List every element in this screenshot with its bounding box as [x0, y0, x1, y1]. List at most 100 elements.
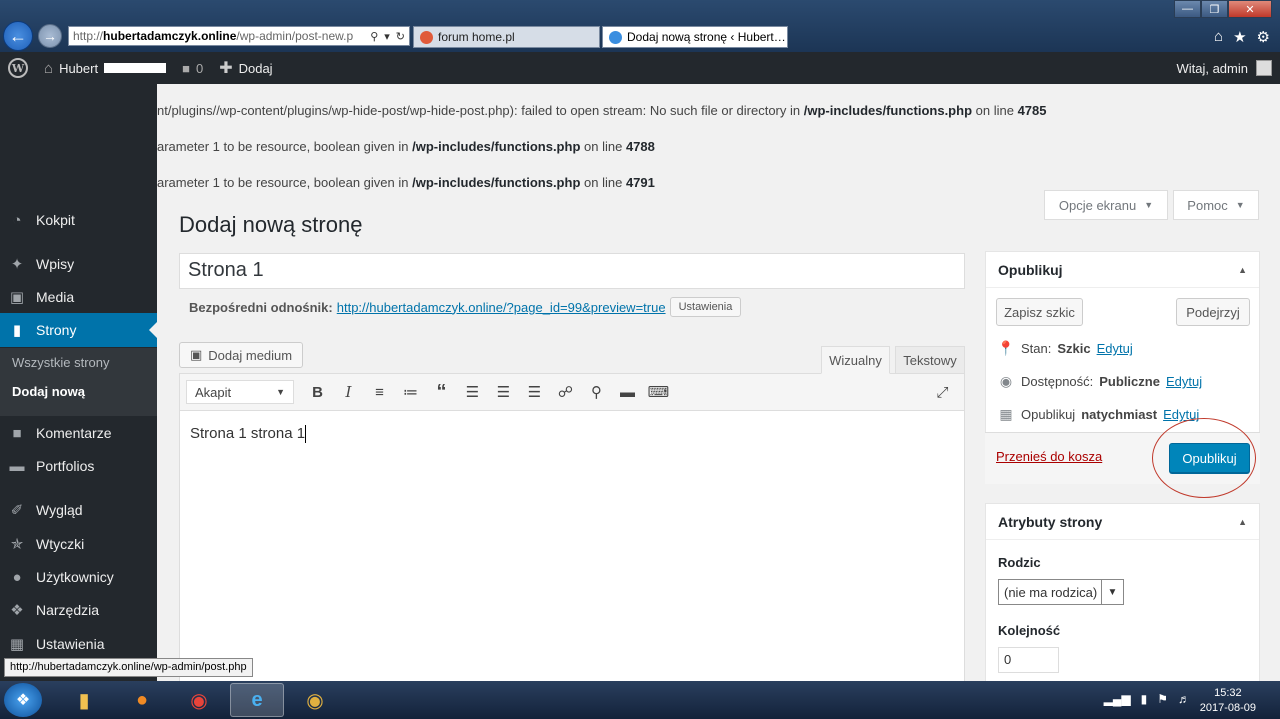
sidebar-item-plugins[interactable]: ✯ Wtyczki	[0, 527, 157, 561]
minimize-button[interactable]: —	[1174, 0, 1201, 18]
edit-schedule-link[interactable]: Edytuj	[1163, 407, 1199, 422]
format-select[interactable]: Akapit ▼	[186, 380, 294, 404]
home-icon[interactable]: ⌂	[1214, 28, 1223, 46]
publish-button[interactable]: Opublikuj	[1169, 443, 1250, 473]
maximize-button[interactable]: ❐	[1201, 0, 1228, 18]
blockquote-icon[interactable]: “	[426, 378, 457, 406]
collapse-arrow-icon[interactable]: ▲	[1238, 517, 1247, 527]
align-center-icon[interactable]: ☰	[488, 378, 519, 406]
new-label: Dodaj	[238, 60, 273, 76]
comments-menu[interactable]: ■ 0	[174, 52, 211, 84]
taskbar-firefox[interactable]: ●	[115, 683, 169, 717]
sidebar-item-users[interactable]: ● Użytkownicy	[0, 560, 157, 594]
tab-title: forum home.pl	[438, 30, 515, 44]
toolbar-toggle-icon[interactable]: ⌨	[643, 378, 674, 406]
text-caret	[305, 425, 307, 444]
calendar-icon: ▦	[999, 406, 1013, 422]
new-content-menu[interactable]: ✚ Dodaj	[211, 52, 280, 84]
submenu-all-pages[interactable]: Wszystkie strony	[0, 348, 157, 377]
permalink-settings-button[interactable]: Ustawienia	[669, 297, 742, 317]
numbered-list-icon[interactable]: ≔	[395, 378, 426, 406]
close-tab-icon[interactable]: ✕	[786, 29, 787, 45]
firefox-icon: ●	[135, 688, 149, 711]
permalink-label: Bezpośredni odnośnik:	[189, 299, 333, 315]
site-name-menu[interactable]: ⌂ Hubert	[36, 52, 174, 84]
sidebar-item-media[interactable]: ▣ Media	[0, 280, 157, 314]
screen-options-button[interactable]: Opcje ekranu ▼	[1044, 190, 1168, 220]
sidebar-item-settings[interactable]: ▦ Ustawienia	[0, 627, 157, 661]
align-right-icon[interactable]: ☰	[519, 378, 550, 406]
edit-status-link[interactable]: Edytuj	[1097, 341, 1133, 356]
taskbar-chrome[interactable]: ◉	[172, 683, 226, 717]
account-menu[interactable]: Witaj, admin	[1176, 60, 1280, 76]
fullscreen-icon[interactable]: ⤢	[927, 378, 958, 406]
sidebar-item-tools[interactable]: ❖ Narzędzia	[0, 593, 157, 627]
window-close-button[interactable]: ✕	[1228, 0, 1272, 18]
refresh-icon[interactable]: ↻	[396, 30, 405, 43]
post-title-input[interactable]: Strona 1	[179, 253, 965, 289]
italic-icon[interactable]: I	[333, 378, 364, 406]
system-clock[interactable]: 15:32 2017-08-09	[1200, 686, 1256, 716]
add-media-button[interactable]: ▣ Dodaj medium	[179, 342, 304, 368]
browser-icons: ⌂ ★ ⚙	[1214, 28, 1270, 46]
order-input[interactable]: 0	[998, 647, 1059, 673]
address-bar[interactable]: http://hubertadamczyk.online/wp-admin/po…	[68, 26, 410, 46]
sidebar-item-label: Wpisy	[36, 256, 75, 272]
forward-button[interactable]: →	[38, 24, 62, 48]
users-icon: ●	[12, 568, 22, 586]
pin-icon: ✦	[10, 256, 24, 273]
wp-logo-menu[interactable]: W	[0, 52, 36, 84]
battery-icon[interactable]: ▮	[1141, 692, 1148, 706]
status-row: 📍 Stan: Szkic Edytuj	[997, 340, 1133, 356]
php-notice: arameter 1 to be resource, boolean given…	[157, 139, 655, 154]
tab-text[interactable]: Tekstowy	[895, 346, 965, 374]
collapse-arrow-icon[interactable]: ▲	[1238, 265, 1247, 275]
back-button[interactable]: ←	[3, 21, 33, 51]
browser-tab-forum[interactable]: forum home.pl	[413, 26, 600, 48]
url-host: hubertadamczyk.online	[103, 29, 237, 43]
start-button[interactable]: ❖	[4, 683, 42, 717]
browser-tab-active[interactable]: Dodaj nową stronę ‹ Hubert… ✕	[602, 26, 788, 48]
sidebar-item-appearance[interactable]: ✐ Wygląd	[0, 493, 157, 527]
flag-icon[interactable]: ⚑	[1157, 692, 1168, 706]
publish-box-header[interactable]: Opublikuj ▲	[986, 252, 1259, 288]
chevron-down-icon[interactable]: ▾	[384, 30, 390, 43]
taskbar-internet-explorer[interactable]: e	[230, 683, 284, 717]
tab-title: Dodaj nową stronę ‹ Hubert…	[627, 30, 786, 44]
favorites-star-icon[interactable]: ★	[1233, 28, 1246, 46]
attributes-box-header[interactable]: Atrybuty strony ▲	[986, 504, 1259, 540]
taskbar-paint[interactable]: ◉	[288, 683, 342, 717]
status-bar-url: http://hubertadamczyk.online/wp-admin/po…	[4, 658, 253, 677]
bullet-list-icon[interactable]: ≡	[364, 378, 395, 406]
permalink-link[interactable]: http://hubertadamczyk.online/?page_id=99…	[337, 300, 666, 315]
sidebar-item-posts[interactable]: ✦ Wpisy	[0, 247, 157, 281]
taskbar-explorer[interactable]: ▮	[57, 683, 111, 717]
bold-icon[interactable]: B	[302, 378, 333, 406]
sidebar-item-dashboard[interactable]: ◔ Kokpit	[0, 203, 157, 237]
edit-visibility-link[interactable]: Edytuj	[1166, 374, 1202, 389]
tab-visual[interactable]: Wizualny	[821, 346, 890, 374]
link-icon[interactable]: ☍	[550, 378, 581, 406]
wordpress-logo-icon: W	[8, 58, 28, 78]
read-more-icon[interactable]: ▬	[612, 378, 643, 406]
preview-button[interactable]: Podejrzyj	[1176, 298, 1250, 326]
url-path: /wp-admin/post-new.p	[236, 29, 354, 43]
schedule-row: ▦ Opublikuj natychmiast Edytuj	[997, 406, 1199, 423]
editor-content[interactable]: Strona 1 strona 1	[180, 411, 964, 457]
search-icon[interactable]: ⚲	[370, 30, 378, 43]
page-title: Dodaj nową stronę	[179, 212, 363, 237]
move-to-trash-link[interactable]: Przenieś do kosza	[996, 449, 1102, 464]
sidebar-item-pages[interactable]: ▮ Strony	[0, 313, 157, 347]
gear-icon[interactable]: ⚙	[1257, 28, 1270, 46]
parent-select[interactable]: (nie ma rodzica) ▼	[998, 579, 1124, 605]
help-button[interactable]: Pomoc ▼	[1173, 190, 1259, 220]
sidebar-item-comments[interactable]: ■ Komentarze	[0, 416, 157, 450]
volume-icon[interactable]: ♬	[1178, 692, 1190, 706]
unlink-icon[interactable]: ⚲	[581, 378, 612, 406]
sidebar-item-portfolios[interactable]: ▬ Portfolios	[0, 449, 157, 483]
window-controls: — ❐ ✕	[1174, 0, 1272, 18]
save-draft-button[interactable]: Zapisz szkic	[996, 298, 1083, 326]
network-icon[interactable]: ▂▄▆	[1104, 692, 1131, 706]
submenu-add-new[interactable]: Dodaj nową	[0, 377, 157, 406]
align-left-icon[interactable]: ☰	[457, 378, 488, 406]
